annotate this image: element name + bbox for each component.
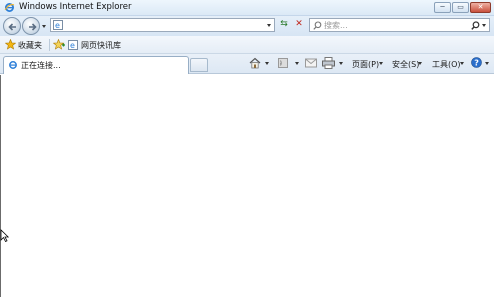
minimize-button[interactable]: ─: [434, 2, 451, 13]
svg-text:e: e: [55, 21, 60, 30]
forward-arrow-icon: [29, 23, 37, 31]
favorites-button[interactable]: 收藏夹: [18, 40, 42, 51]
help-dropdown-icon[interactable]: [485, 62, 489, 65]
stop-button[interactable]: ✕: [292, 18, 306, 32]
print-icon[interactable]: [322, 57, 335, 69]
home-icon[interactable]: [249, 57, 261, 69]
ie-logo-icon: [4, 3, 15, 12]
refresh-button[interactable]: ⇆: [277, 18, 291, 32]
tools-menu[interactable]: 工具(O): [432, 59, 461, 70]
page-menu-dropdown-icon[interactable]: [379, 62, 383, 65]
read-mail-icon[interactable]: [305, 58, 317, 68]
recent-pages-dropdown-icon[interactable]: [42, 25, 46, 28]
web-slice-gallery-icon: e: [68, 40, 78, 50]
page-menu[interactable]: 页面(P): [352, 59, 379, 70]
search-bar[interactable]: 搜索...: [309, 18, 490, 32]
forward-button[interactable]: [22, 17, 40, 35]
tools-menu-dropdown-icon[interactable]: [460, 62, 464, 65]
safety-menu[interactable]: 安全(S): [392, 59, 419, 70]
safety-menu-dropdown-icon[interactable]: [418, 62, 422, 65]
print-dropdown-icon[interactable]: [339, 62, 343, 65]
ie-page-icon: [9, 61, 17, 69]
page-content-area[interactable]: [0, 75, 494, 297]
feeds-dropdown-icon[interactable]: [295, 62, 299, 65]
new-tab-button[interactable]: [190, 58, 208, 72]
favorites-separator: [49, 39, 50, 51]
search-provider-icon: [313, 21, 322, 30]
address-bar[interactable]: e: [50, 18, 275, 32]
home-dropdown-icon[interactable]: [265, 62, 269, 65]
title-bar: Windows Internet Explorer ─ ▭ ✕: [0, 0, 494, 16]
back-button[interactable]: [3, 17, 21, 35]
tab-label: 正在连接...: [21, 61, 61, 70]
search-icon[interactable]: [471, 21, 480, 30]
address-dropdown-icon[interactable]: [267, 24, 271, 27]
window-title: Windows Internet Explorer: [19, 2, 132, 12]
favorites-star-icon: [5, 39, 16, 50]
feeds-icon[interactable]: [278, 58, 288, 68]
mouse-cursor-icon: [0, 229, 9, 243]
refresh-icon: ⇆: [280, 19, 288, 29]
add-to-favorites-bar-icon[interactable]: [53, 39, 65, 50]
close-button[interactable]: ✕: [470, 2, 491, 13]
back-arrow-icon: [8, 23, 16, 31]
stop-icon: ✕: [295, 19, 303, 29]
search-input[interactable]: 搜索...: [324, 20, 348, 31]
page-icon: e: [53, 20, 63, 30]
svg-text:e: e: [70, 41, 75, 50]
search-options-dropdown-icon[interactable]: [482, 24, 486, 27]
window-left-border: [0, 75, 1, 297]
web-slice-gallery-link[interactable]: 网页快讯库: [81, 40, 121, 51]
svg-text:?: ?: [474, 59, 479, 68]
maximize-button[interactable]: ▭: [452, 2, 469, 13]
help-icon[interactable]: ?: [471, 57, 482, 68]
tab-connecting[interactable]: 正在连接...: [3, 56, 189, 74]
